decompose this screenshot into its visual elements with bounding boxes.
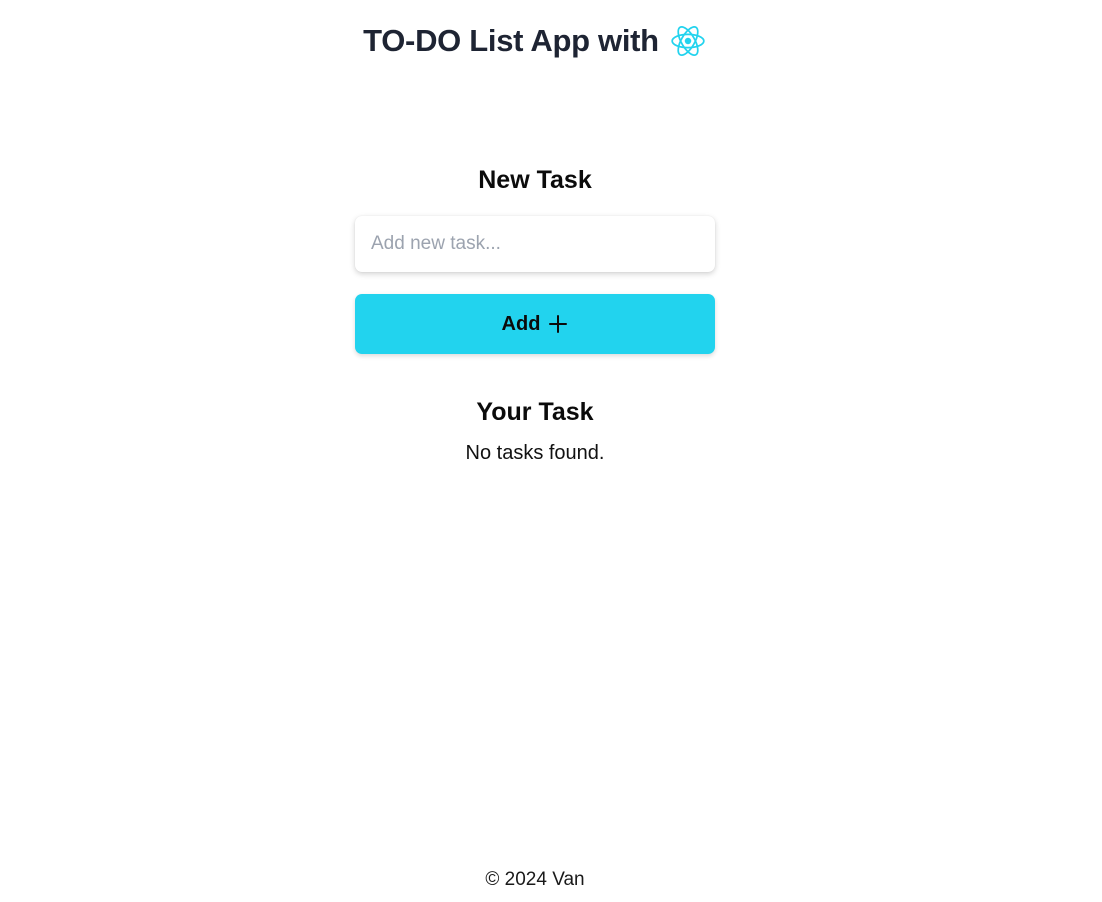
new-task-heading: New Task <box>478 166 592 194</box>
add-task-button[interactable]: Add <box>355 294 715 354</box>
app-page: TO-DO List App with New Task Add Y <box>0 0 1102 902</box>
your-task-heading: Your Task <box>476 398 594 426</box>
app-header: TO-DO List App with <box>0 22 1070 60</box>
add-button-label: Add <box>501 312 541 335</box>
main-panel: New Task Add Your Task No tasks found. <box>355 164 715 465</box>
react-logo-icon <box>669 22 707 60</box>
app-title: TO-DO List App with <box>363 23 659 58</box>
new-task-input[interactable] <box>355 216 715 272</box>
plus-icon <box>548 314 568 334</box>
footer-copyright: © 2024 Van <box>485 869 585 890</box>
empty-task-message: No tasks found. <box>465 442 605 464</box>
